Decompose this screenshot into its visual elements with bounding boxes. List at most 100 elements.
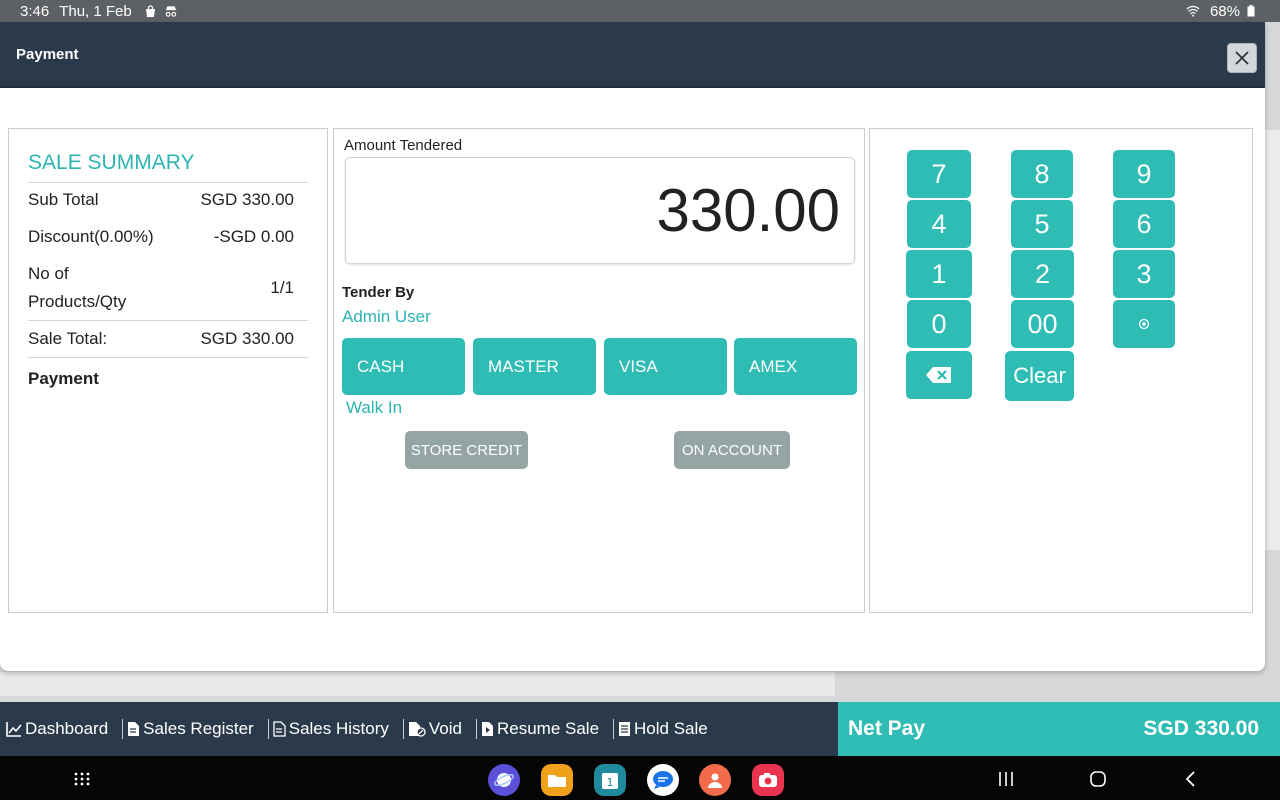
- nav-sales-history[interactable]: Sales History: [273, 719, 389, 739]
- nav-separator: [402, 719, 404, 739]
- nav-void-label: Void: [428, 719, 462, 738]
- files-app-button[interactable]: [541, 764, 573, 796]
- key-backspace[interactable]: [906, 351, 972, 399]
- hold-document-icon: [619, 722, 631, 736]
- net-pay-label: Net Pay: [848, 717, 926, 740]
- background-panel-edge: [1264, 130, 1280, 550]
- store-credit-button[interactable]: STORE CREDIT: [405, 431, 528, 469]
- discount-label: Discount(0.00%): [28, 227, 154, 246]
- modal-header: Payment: [0, 22, 1265, 86]
- nav-hold-sale[interactable]: Hold Sale: [618, 719, 708, 739]
- key-3[interactable]: 3: [1113, 250, 1175, 298]
- nav-resume-sale-label: Resume Sale: [496, 719, 600, 738]
- customer-walk-in[interactable]: Walk In: [346, 398, 402, 418]
- sub-total-label: Sub Total: [28, 190, 99, 209]
- status-time: 3:46: [20, 2, 50, 20]
- nav-separator: [267, 719, 269, 739]
- nav-sales-register-label: Sales Register: [143, 719, 254, 738]
- summary-divider: [28, 357, 308, 358]
- status-date: Thu, 1 Feb: [59, 2, 132, 20]
- net-pay-value: SGD 330.00: [1143, 717, 1259, 740]
- camera-icon: [759, 773, 777, 787]
- discount-value: -SGD 0.00: [213, 227, 294, 246]
- nav-separator: [475, 719, 477, 739]
- tender-panel: Amount Tendered 330.00 Tender By Admin U…: [333, 128, 865, 613]
- contacts-app-button[interactable]: [699, 764, 731, 796]
- status-right: 68%: [1186, 3, 1264, 20]
- recent-apps-button[interactable]: [993, 766, 1019, 792]
- net-pay-bar[interactable]: Net Pay SGD 330.00: [838, 702, 1280, 756]
- modal-title: Payment: [16, 45, 79, 63]
- nav-void[interactable]: Void: [408, 719, 462, 739]
- nav-hold-sale-label: Hold Sale: [634, 719, 708, 738]
- products-label-line1: No of: [28, 264, 69, 283]
- key-decimal[interactable]: [1113, 300, 1175, 348]
- dot-icon: [1138, 318, 1150, 330]
- nav-resume-sale[interactable]: Resume Sale: [481, 719, 599, 739]
- void-document-icon: [408, 722, 426, 737]
- nav-separator: [122, 719, 124, 739]
- nav-sales-register[interactable]: Sales Register: [127, 719, 254, 739]
- shopping-bag-icon: [144, 4, 158, 18]
- summary-divider: [28, 320, 308, 321]
- recents-icon: [999, 772, 1013, 786]
- tender-by-user: Admin User: [342, 307, 431, 326]
- home-button[interactable]: [1085, 766, 1111, 792]
- nav-dashboard[interactable]: Dashboard: [6, 719, 108, 739]
- key-4[interactable]: 4: [907, 200, 971, 248]
- nav-sales-history-label: Sales History: [288, 719, 389, 738]
- calendar-app-button[interactable]: 1: [594, 764, 626, 796]
- app-drawer-button[interactable]: [69, 766, 95, 792]
- key-5[interactable]: 5: [1011, 200, 1073, 248]
- on-account-button[interactable]: ON ACCOUNT: [674, 431, 790, 469]
- battery-percent: 68%: [1209, 2, 1240, 20]
- key-0[interactable]: 0: [907, 300, 971, 348]
- chat-bubble-icon: [653, 771, 673, 789]
- chevron-left-icon: [1185, 771, 1195, 787]
- back-button[interactable]: [1177, 766, 1203, 792]
- key-7[interactable]: 7: [907, 150, 971, 198]
- discount-row: Discount(0.00%) -SGD 0.00: [28, 227, 294, 247]
- home-circle-icon: [1090, 771, 1106, 787]
- messages-app-button[interactable]: [647, 764, 679, 796]
- bottom-nav-bar: Dashboard Sales Register Sales History V…: [0, 702, 838, 756]
- planet-icon: [494, 773, 514, 787]
- sale-summary-title: SALE SUMMARY: [28, 151, 195, 174]
- key-2[interactable]: 2: [1011, 250, 1074, 298]
- summary-divider: [28, 182, 308, 183]
- keypad-panel: 7 8 9 4 5 6 1 2 3 0 00 Clear: [869, 128, 1253, 613]
- status-bar: 3:46 Thu, 1 Feb 68%: [0, 0, 1280, 22]
- key-1[interactable]: 1: [906, 250, 972, 298]
- key-clear[interactable]: Clear: [1005, 351, 1074, 401]
- key-8[interactable]: 8: [1011, 150, 1073, 198]
- products-qty-row: No of Products/Qty 1/1: [28, 260, 294, 316]
- payment-modal: Payment SALE SUMMARY Sub Total SGD 330.0…: [0, 22, 1265, 671]
- svg-text:1: 1: [607, 776, 614, 789]
- sale-total-row: Sale Total: SGD 330.00: [28, 329, 294, 349]
- backspace-icon: [926, 367, 951, 383]
- browser-app-button[interactable]: [488, 764, 520, 796]
- key-00[interactable]: 00: [1011, 300, 1074, 348]
- amex-button[interactable]: AMEX: [734, 338, 857, 395]
- document-lines-icon: [273, 721, 286, 737]
- cash-button[interactable]: CASH: [342, 338, 465, 395]
- visa-button[interactable]: VISA: [604, 338, 727, 395]
- close-icon: [1235, 51, 1249, 65]
- document-icon: [128, 722, 140, 736]
- key-6[interactable]: 6: [1113, 200, 1175, 248]
- products-qty-value: 1/1: [270, 278, 294, 297]
- sub-total-row: Sub Total SGD 330.00: [28, 190, 294, 210]
- battery-icon: [1244, 4, 1258, 18]
- close-button[interactable]: [1227, 43, 1257, 73]
- background-strip: [0, 672, 835, 696]
- resume-document-icon: [481, 722, 493, 736]
- camera-app-button[interactable]: [752, 764, 784, 796]
- amount-tendered-label: Amount Tendered: [344, 137, 463, 154]
- key-9[interactable]: 9: [1113, 150, 1175, 198]
- amount-tendered-field[interactable]: 330.00: [345, 157, 855, 264]
- folder-icon: [548, 775, 566, 787]
- payment-label: Payment: [28, 369, 99, 388]
- sale-total-value: SGD 330.00: [200, 329, 294, 348]
- sub-total-value: SGD 330.00: [200, 190, 294, 209]
- master-button[interactable]: MASTER: [473, 338, 596, 395]
